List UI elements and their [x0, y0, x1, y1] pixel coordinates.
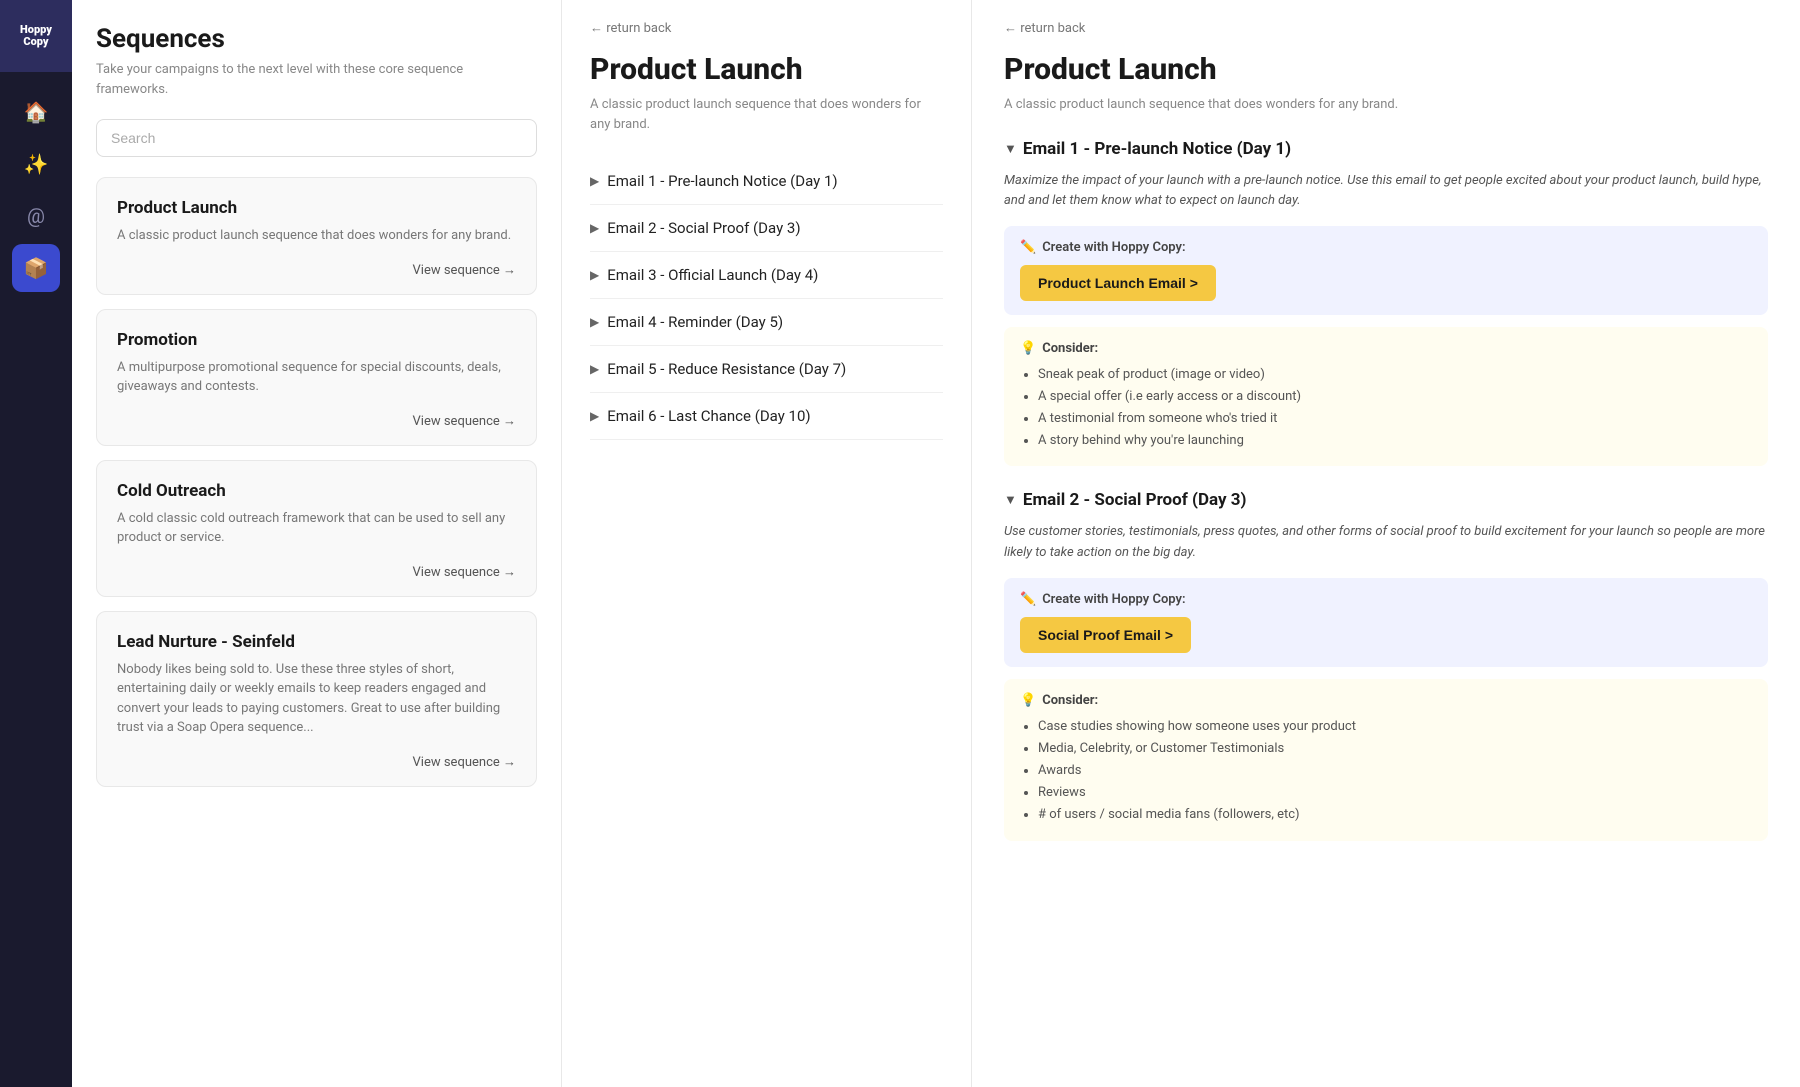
card-title: Promotion	[117, 330, 516, 350]
card-desc: Nobody likes being sold to. Use these th…	[117, 660, 516, 738]
list-item: Awards	[1038, 760, 1752, 782]
list-item: Media, Celebrity, or Customer Testimonia…	[1038, 738, 1752, 760]
email-item-4[interactable]: ▶ Email 4 - Reminder (Day 5)	[590, 299, 943, 346]
email-item-6[interactable]: ▶ Email 6 - Last Chance (Day 10)	[590, 393, 943, 440]
email-item-5[interactable]: ▶ Email 5 - Reduce Resistance (Day 7)	[590, 346, 943, 393]
expanded-email-2-desc: Use customer stories, testimonials, pres…	[1004, 522, 1768, 564]
expanded-email-1-title: Email 1 - Pre-launch Notice (Day 1)	[1023, 139, 1291, 159]
expanded-email-2-header[interactable]: ▼ Email 2 - Social Proof (Day 3)	[1004, 490, 1768, 510]
email-item-label-2: Email 2 - Social Proof (Day 3)	[607, 219, 800, 237]
lightbulb-icon-2: 💡	[1020, 693, 1036, 708]
right-panel-desc: A classic product launch sequence that d…	[1004, 95, 1768, 115]
right-panel: ← return back Product Launch A classic p…	[972, 0, 1800, 1087]
consider-label-2: 💡 Consider:	[1020, 693, 1752, 708]
card-desc: A cold classic cold outreach framework t…	[117, 509, 516, 548]
expanded-email-2: ▼ Email 2 - Social Proof (Day 3) Use cus…	[1004, 490, 1768, 840]
list-item: # of users / social media fans (follower…	[1038, 804, 1752, 826]
email-item-label-5: Email 5 - Reduce Resistance (Day 7)	[607, 360, 846, 378]
sidebar-item-at[interactable]: @	[12, 192, 60, 240]
view-sequence-link[interactable]: View sequence →	[117, 262, 516, 278]
middle-panel-desc: A classic product launch sequence that d…	[590, 95, 943, 134]
list-item: Case studies showing how someone uses yo…	[1038, 716, 1752, 738]
card-title: Cold Outreach	[117, 481, 516, 501]
list-item: Sneak peak of product (image or video)	[1038, 364, 1752, 386]
email-item-label-4: Email 4 - Reminder (Day 5)	[607, 313, 783, 331]
view-sequence-link[interactable]: View sequence →	[117, 413, 516, 429]
consider-box-1: 💡 Consider: Sneak peak of product (image…	[1004, 327, 1768, 466]
right-panel-heading: Product Launch	[1004, 52, 1768, 87]
return-back-link-middle[interactable]: ← return back	[590, 20, 943, 36]
list-item: Reviews	[1038, 782, 1752, 804]
app-logo[interactable]: Hoppy Copy	[0, 0, 72, 72]
sidebar: Hoppy Copy 🏠 ✨ @ 📦	[0, 0, 72, 1087]
sidebar-item-magic[interactable]: ✨	[12, 140, 60, 188]
view-sequence-link[interactable]: View sequence →	[117, 564, 516, 580]
arrow-down-icon-1: ▼	[1004, 141, 1017, 157]
sequence-card-product-launch[interactable]: Product Launch A classic product launch …	[96, 177, 537, 295]
consider-list-2: Case studies showing how someone uses yo…	[1020, 716, 1752, 826]
email-item-label-6: Email 6 - Last Chance (Day 10)	[607, 407, 810, 425]
expanded-email-1: ▼ Email 1 - Pre-launch Notice (Day 1) Ma…	[1004, 139, 1768, 467]
page-title: Sequences	[96, 24, 537, 54]
arrow-icon-1: ▶	[590, 174, 599, 188]
create-box-1: ✏️ Create with Hoppy Copy: Product Launc…	[1004, 226, 1768, 315]
create-button-1[interactable]: Product Launch Email >	[1020, 265, 1216, 301]
arrow-down-icon-2: ▼	[1004, 492, 1017, 508]
app-name-line2: Copy	[23, 36, 48, 48]
create-label-2: ✏️ Create with Hoppy Copy:	[1020, 592, 1752, 607]
arrow-icon-6: ▶	[590, 409, 599, 423]
middle-panel: ← return back Product Launch A classic p…	[562, 0, 972, 1087]
arrow-icon-4: ▶	[590, 315, 599, 329]
arrow-icon-5: ▶	[590, 362, 599, 376]
create-button-2[interactable]: Social Proof Email >	[1020, 617, 1191, 653]
arrow-icon-2: ▶	[590, 221, 599, 235]
sidebar-navigation: 🏠 ✨ @ 📦	[0, 72, 72, 308]
sidebar-item-home[interactable]: 🏠	[12, 88, 60, 136]
create-label-1: ✏️ Create with Hoppy Copy:	[1020, 240, 1752, 255]
create-box-2: ✏️ Create with Hoppy Copy: Social Proof …	[1004, 578, 1768, 667]
lightbulb-icon-1: 💡	[1020, 341, 1036, 356]
expanded-email-1-desc: Maximize the impact of your launch with …	[1004, 171, 1768, 213]
consider-box-2: 💡 Consider: Case studies showing how som…	[1004, 679, 1768, 840]
card-desc: A classic product launch sequence that d…	[117, 226, 516, 246]
search-input[interactable]	[96, 119, 537, 157]
email-item-label-3: Email 3 - Official Launch (Day 4)	[607, 266, 818, 284]
email-item-1[interactable]: ▶ Email 1 - Pre-launch Notice (Day 1)	[590, 158, 943, 205]
middle-panel-heading: Product Launch	[590, 52, 943, 87]
sequence-card-promotion[interactable]: Promotion A multipurpose promotional seq…	[96, 309, 537, 446]
card-desc: A multipurpose promotional sequence for …	[117, 358, 516, 397]
expanded-email-1-header[interactable]: ▼ Email 1 - Pre-launch Notice (Day 1)	[1004, 139, 1768, 159]
consider-label-1: 💡 Consider:	[1020, 341, 1752, 356]
email-item-3[interactable]: ▶ Email 3 - Official Launch (Day 4)	[590, 252, 943, 299]
sequence-card-lead-nurture[interactable]: Lead Nurture - Seinfeld Nobody likes bei…	[96, 611, 537, 787]
pencil-icon-2: ✏️	[1020, 592, 1036, 607]
pencil-icon-1: ✏️	[1020, 240, 1036, 255]
card-title: Lead Nurture - Seinfeld	[117, 632, 516, 652]
card-title: Product Launch	[117, 198, 516, 218]
return-back-link-right[interactable]: ← return back	[1004, 20, 1768, 36]
consider-list-1: Sneak peak of product (image or video) A…	[1020, 364, 1752, 452]
page-subtitle: Take your campaigns to the next level wi…	[96, 60, 537, 99]
list-item: A story behind why you're launching	[1038, 430, 1752, 452]
arrow-icon-3: ▶	[590, 268, 599, 282]
view-sequence-link[interactable]: View sequence →	[117, 754, 516, 770]
list-item: A special offer (i.e early access or a d…	[1038, 386, 1752, 408]
email-item-2[interactable]: ▶ Email 2 - Social Proof (Day 3)	[590, 205, 943, 252]
email-item-label-1: Email 1 - Pre-launch Notice (Day 1)	[607, 172, 837, 190]
sidebar-item-sequences[interactable]: 📦	[12, 244, 60, 292]
expanded-email-2-title: Email 2 - Social Proof (Day 3)	[1023, 490, 1247, 510]
left-panel: Sequences Take your campaigns to the nex…	[72, 0, 562, 1087]
list-item: A testimonial from someone who's tried i…	[1038, 408, 1752, 430]
sequence-card-cold-outreach[interactable]: Cold Outreach A cold classic cold outrea…	[96, 460, 537, 597]
